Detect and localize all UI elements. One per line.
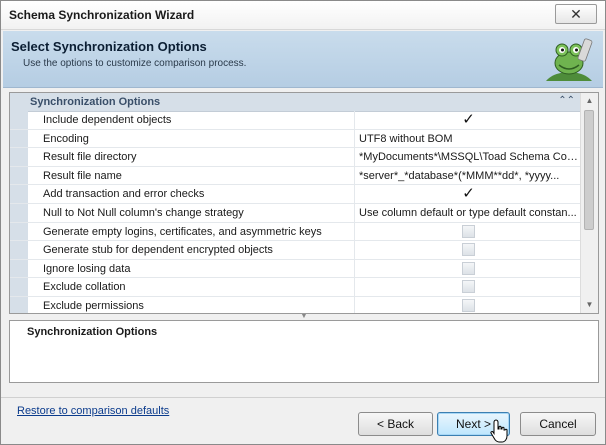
property-value-cell[interactable]: Use column default or type default const… bbox=[354, 203, 581, 222]
property-name: Exclude permissions bbox=[43, 299, 144, 312]
property-value-cell[interactable] bbox=[354, 222, 581, 241]
property-grid: Synchronization Options ⌃⌃ Include depen… bbox=[9, 92, 599, 314]
property-value-cell[interactable]: *server*_*database*(*MMM**dd*, *yyyy... bbox=[354, 166, 581, 185]
property-name: Result file directory bbox=[43, 151, 137, 164]
row-gutter bbox=[10, 259, 28, 278]
page-title: Select Synchronization Options bbox=[11, 39, 207, 54]
window-title: Schema Synchronization Wizard bbox=[9, 8, 195, 22]
restore-defaults-link[interactable]: Restore to comparison defaults bbox=[17, 405, 169, 417]
scroll-up-arrow-icon[interactable]: ▲ bbox=[581, 93, 598, 109]
property-row[interactable]: Generate empty logins, certificates, and… bbox=[10, 222, 581, 242]
property-row[interactable]: Ignore losing data bbox=[10, 259, 581, 279]
property-value-cell[interactable] bbox=[354, 241, 581, 259]
property-value-cell[interactable]: *MyDocuments*\MSSQL\Toad Schema Com... bbox=[354, 148, 581, 166]
property-name: Ignore losing data bbox=[43, 262, 131, 275]
property-value-text: *server*_*database*(*MMM**dd*, *yyyy... bbox=[359, 169, 560, 182]
scrollbar-thumb[interactable] bbox=[584, 110, 594, 230]
property-value-cell[interactable]: UTF8 without BOM bbox=[354, 129, 581, 148]
row-gutter bbox=[10, 129, 28, 148]
property-row[interactable]: Generate stub for dependent encrypted ob… bbox=[10, 241, 581, 260]
property-name: Result file name bbox=[43, 169, 122, 182]
property-name: Encoding bbox=[43, 132, 89, 145]
checkbox-unchecked[interactable] bbox=[462, 224, 475, 238]
mouse-pointer-hand-icon bbox=[490, 419, 508, 443]
property-name: Exclude collation bbox=[43, 281, 126, 294]
property-row[interactable]: Include dependent objects ✓ bbox=[10, 111, 581, 130]
property-row[interactable]: Result file name *server*_*database*(*MMM… bbox=[10, 166, 581, 186]
property-value-cell[interactable] bbox=[354, 278, 581, 296]
property-name: Null to Not Null column's change strateg… bbox=[43, 206, 244, 219]
property-name: Add transaction and error checks bbox=[43, 188, 205, 201]
property-row[interactable]: Add transaction and error checks ✓ bbox=[10, 185, 581, 204]
property-row[interactable]: Encoding UTF8 without BOM bbox=[10, 129, 581, 149]
row-gutter bbox=[10, 241, 28, 259]
property-name: Generate stub for dependent encrypted ob… bbox=[43, 244, 273, 257]
property-list: Include dependent objects ✓ Encoding UTF8 w… bbox=[10, 111, 581, 313]
vertical-scrollbar[interactable]: ▲ ▼ bbox=[580, 93, 598, 313]
collapse-chevrons-icon[interactable]: ⌃⌃ bbox=[558, 95, 575, 106]
property-value-cell[interactable] bbox=[354, 259, 581, 278]
property-value-text: UTF8 without BOM bbox=[359, 132, 453, 145]
checkbox-checked[interactable]: ✓ bbox=[462, 186, 475, 201]
back-button[interactable]: < Back bbox=[358, 412, 433, 436]
property-name: Generate empty logins, certificates, and… bbox=[43, 225, 322, 238]
property-row[interactable]: Exclude collation bbox=[10, 278, 581, 297]
property-row[interactable]: Exclude permissions bbox=[10, 296, 581, 313]
row-gutter bbox=[10, 148, 28, 166]
cancel-button[interactable]: Cancel bbox=[520, 412, 596, 436]
property-value-text: *MyDocuments*\MSSQL\Toad Schema Com... bbox=[359, 151, 578, 164]
checkbox-unchecked[interactable] bbox=[462, 261, 475, 275]
title-bar[interactable]: Schema Synchronization Wizard ✕ bbox=[1, 1, 605, 30]
page-subtitle: Use the options to customize comparison … bbox=[23, 58, 247, 69]
checkbox-checked[interactable]: ✓ bbox=[462, 112, 475, 127]
row-gutter bbox=[10, 166, 28, 185]
property-value-cell[interactable]: ✓ bbox=[354, 111, 581, 129]
row-gutter bbox=[10, 222, 28, 241]
checkbox-unchecked[interactable] bbox=[462, 243, 475, 257]
property-name: Include dependent objects bbox=[43, 114, 172, 126]
property-row[interactable]: Null to Not Null column's change strateg… bbox=[10, 203, 581, 223]
property-value-cell[interactable] bbox=[354, 296, 581, 313]
property-row[interactable]: Result file directory *MyDocuments*\MSSQL… bbox=[10, 148, 581, 167]
toad-frog-logo-icon bbox=[546, 38, 593, 81]
row-gutter bbox=[10, 111, 28, 129]
row-gutter bbox=[10, 296, 28, 313]
wizard-header: Select Synchronization Options Use the o… bbox=[3, 31, 603, 88]
property-value-cell[interactable]: ✓ bbox=[354, 185, 581, 203]
checkbox-unchecked[interactable] bbox=[462, 280, 475, 294]
description-title: Synchronization Options bbox=[27, 326, 158, 338]
category-label: Synchronization Options bbox=[30, 96, 161, 108]
row-gutter bbox=[10, 185, 28, 203]
category-header[interactable]: Synchronization Options ⌃⌃ bbox=[10, 93, 581, 112]
footer-divider bbox=[1, 397, 605, 398]
checkbox-unchecked[interactable] bbox=[462, 298, 475, 312]
close-button[interactable]: ✕ bbox=[555, 4, 597, 24]
row-gutter bbox=[10, 203, 28, 222]
wizard-window: Schema Synchronization Wizard ✕ Select S… bbox=[0, 0, 606, 445]
property-value-text: Use column default or type default const… bbox=[359, 206, 577, 219]
row-gutter bbox=[10, 278, 28, 296]
scroll-down-arrow-icon[interactable]: ▼ bbox=[581, 297, 598, 313]
description-panel: Synchronization Options bbox=[9, 320, 599, 383]
